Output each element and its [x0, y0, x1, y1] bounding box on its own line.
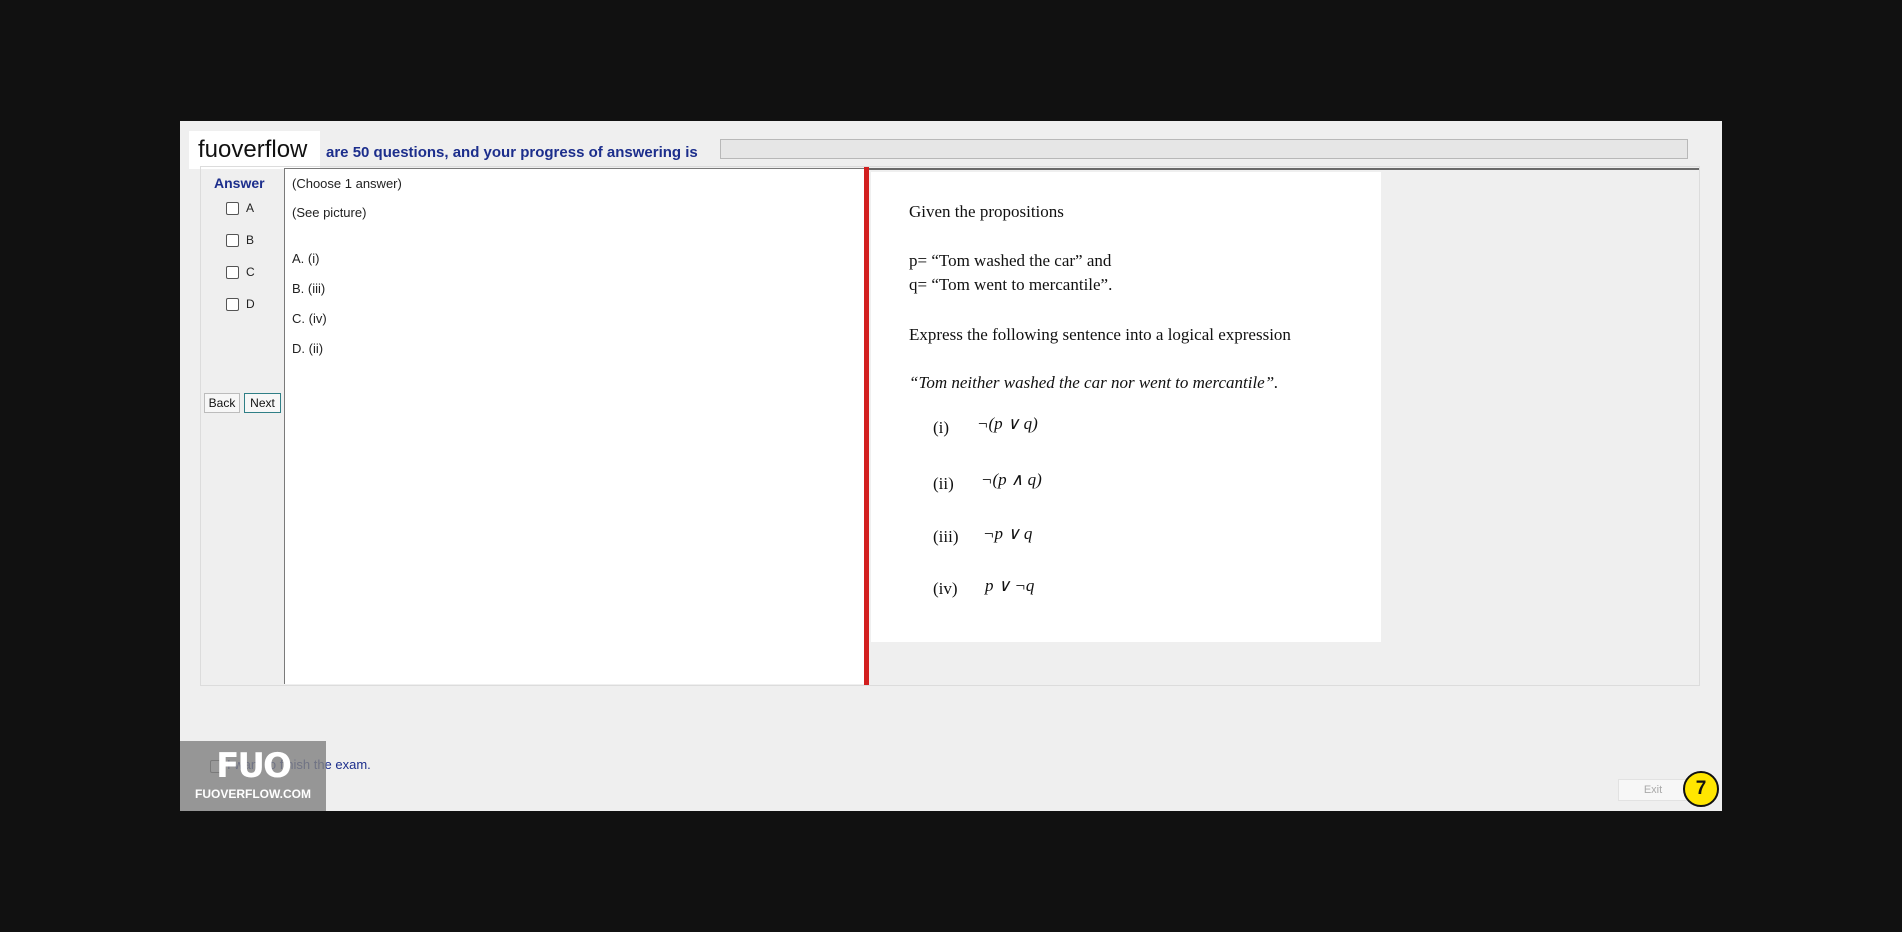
exam-window: fuoverflow are 50 questions, and your pr…: [180, 121, 1722, 811]
panel-splitter[interactable]: [864, 167, 869, 685]
picture-line-express: Express the following sentence into a lo…: [909, 325, 1291, 344]
exit-button[interactable]: Exit: [1618, 779, 1688, 801]
question-picture: Given the propositions p= “Tom washed th…: [871, 172, 1381, 642]
option-c-label: C: [246, 265, 255, 279]
watermark-logo-small: FUOVERFLOW.COM: [195, 787, 311, 801]
picture-item-iv-label: (iv): [933, 579, 958, 598]
choice-b: B. (iii): [292, 281, 326, 296]
picture-item-ii-label: (ii): [933, 474, 954, 493]
question-panel: (Choose 1 answer) (See picture) A. (i) B…: [284, 168, 864, 684]
picture-line-sentence: “Tom neither washed the car nor went to …: [909, 373, 1279, 392]
option-a-checkbox[interactable]: [226, 201, 239, 215]
picture-top-border: [869, 168, 1699, 170]
picture-item-i-expr: ¬(p ∨ q): [977, 414, 1038, 433]
picture-item-iii-label: (iii): [933, 527, 959, 546]
option-a[interactable]: A: [226, 201, 254, 215]
watermark-logo-big: FUO: [216, 746, 292, 786]
option-a-label: A: [246, 201, 255, 215]
picture-item-iii-expr: ¬p ∨ q: [983, 524, 1033, 543]
choice-c: C. (iv): [292, 311, 327, 326]
picture-line-q: q= “Tom went to mercantile”.: [909, 275, 1113, 294]
picture-line-given: Given the propositions: [909, 202, 1064, 221]
choice-a: A. (i): [292, 251, 320, 266]
choice-d: D. (ii): [292, 341, 324, 356]
question-instruction: (Choose 1 answer): [292, 176, 402, 191]
answer-title: Answer: [214, 175, 265, 191]
brand-label: fuoverflow: [189, 131, 320, 169]
option-d[interactable]: D: [226, 297, 255, 311]
next-button[interactable]: Next: [244, 393, 281, 413]
picture-line-p: p= “Tom washed the car” and: [909, 251, 1112, 270]
option-b-label: B: [246, 233, 255, 247]
option-c-checkbox[interactable]: [226, 265, 239, 279]
picture-item-ii-expr: ¬(p ∧ q): [981, 470, 1042, 489]
option-b[interactable]: B: [226, 233, 254, 247]
question-counter-badge: 7: [1683, 771, 1719, 807]
picture-item-i-label: (i): [933, 418, 950, 437]
picture-item-iv-expr: p ∨ ¬q: [985, 576, 1035, 595]
option-c[interactable]: C: [226, 265, 255, 279]
question-see-picture: (See picture): [292, 205, 367, 220]
back-button[interactable]: Back: [204, 393, 240, 413]
option-b-checkbox[interactable]: [226, 233, 239, 247]
progress-bar: [720, 139, 1688, 159]
option-d-label: D: [246, 297, 255, 311]
option-d-checkbox[interactable]: [226, 297, 239, 311]
watermark-logo: FUO FUOVERFLOW.COM: [180, 741, 326, 811]
progress-text: are 50 questions, and your progress of a…: [326, 144, 698, 161]
